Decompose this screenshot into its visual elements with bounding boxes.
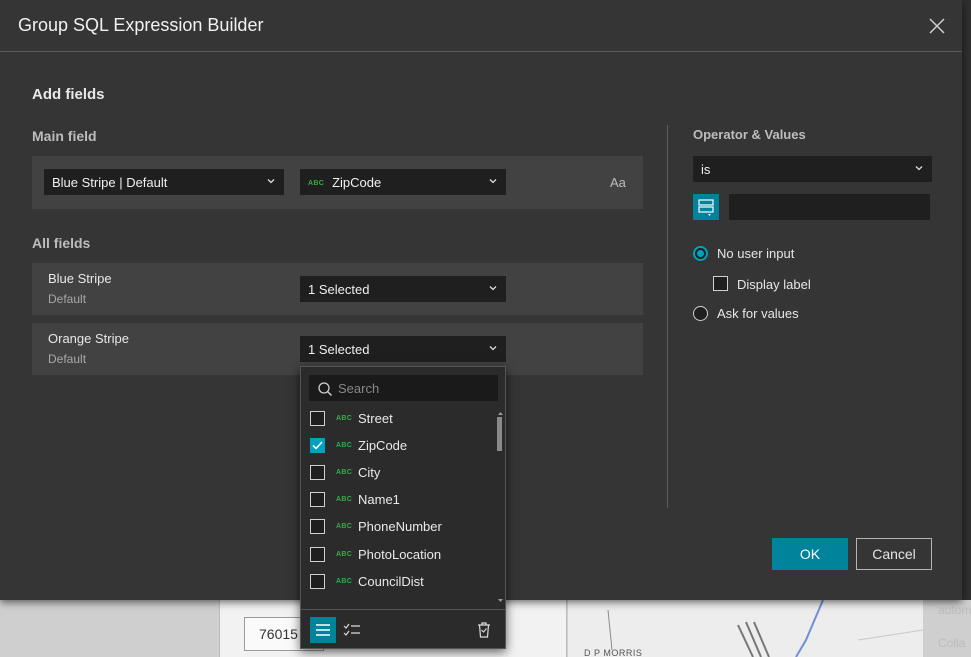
layer-select[interactable]: Blue Stripe | Default <box>44 169 284 195</box>
item-checkbox[interactable] <box>310 519 325 534</box>
cancel-button[interactable]: Cancel <box>856 538 932 570</box>
list-icon <box>316 624 330 636</box>
dialog-header: Group SQL Expression Builder <box>0 0 962 52</box>
row-layer-name: Orange Stripe <box>48 331 129 346</box>
all-fields-label: All fields <box>32 235 91 251</box>
operator-values-label: Operator & Values <box>693 127 806 142</box>
field-dropdown-popover: ABC Street ABC ZipCode ABC City ABC Name… <box>300 366 506 649</box>
chevron-down-icon <box>267 179 275 184</box>
item-checkbox[interactable] <box>310 465 325 480</box>
ask-for-values-label: Ask for values <box>717 306 799 321</box>
item-checkbox[interactable] <box>310 547 325 562</box>
clear-selection-button[interactable] <box>471 617 497 643</box>
dialog-title: Group SQL Expression Builder <box>18 15 264 35</box>
list-item[interactable]: ABC Name1 <box>301 486 497 513</box>
unique-values-icon <box>698 199 714 216</box>
trash-icon <box>478 622 490 638</box>
list-scrollbar[interactable] <box>497 409 505 605</box>
display-label-text: Display label <box>737 277 811 292</box>
main-field-row: Blue Stripe | Default ABC ZipCode <box>32 156 643 209</box>
list-item[interactable]: ABC ZipCode <box>301 432 497 459</box>
multiselect-value: 1 Selected <box>308 342 370 357</box>
field-multiselect[interactable]: 1 Selected <box>300 336 506 362</box>
item-label: ZipCode <box>358 438 408 453</box>
search-box <box>309 375 498 401</box>
string-type-icon: ABC <box>336 578 353 585</box>
item-label: PhoneNumber <box>358 519 442 534</box>
item-checkbox[interactable] <box>310 438 325 453</box>
no-user-input-label: No user input <box>717 246 795 261</box>
dropdown-footer <box>301 609 505 649</box>
string-type-icon: ABC <box>336 469 353 476</box>
chevron-down-icon <box>489 346 497 351</box>
main-field-label: Main field <box>32 128 97 144</box>
search-input[interactable] <box>338 379 493 397</box>
operator-select[interactable]: is <box>693 156 932 182</box>
item-checkbox[interactable] <box>310 492 325 507</box>
display-label-checkbox[interactable] <box>713 276 728 291</box>
layer-select-value: Blue Stripe | Default <box>52 175 168 190</box>
item-label: CouncilDist <box>358 574 424 589</box>
show-selected-button[interactable] <box>339 617 365 643</box>
value-input[interactable] <box>729 194 930 220</box>
chevron-down-icon <box>489 286 497 291</box>
ok-button[interactable]: OK <box>772 538 848 570</box>
background-map-label: D P MORRIS <box>584 648 643 657</box>
row-layer-subtitle: Default <box>48 292 87 306</box>
item-label: Street <box>358 411 393 426</box>
show-all-button[interactable] <box>310 617 336 643</box>
row-layer-name: Blue Stripe <box>48 271 112 286</box>
value-source-button[interactable] <box>693 194 719 220</box>
chevron-down-icon <box>489 179 497 184</box>
field-select-value: ZipCode <box>332 175 382 190</box>
ask-for-values-radio[interactable] <box>693 306 708 321</box>
background-side-text: Colla <box>938 636 966 650</box>
string-type-icon: ABC <box>336 415 353 422</box>
background-side-text: autom <box>938 603 971 617</box>
item-label: PhotoLocation <box>358 547 442 562</box>
list-item[interactable]: ABC CouncilDist <box>301 568 497 595</box>
string-type-icon: ABC <box>336 496 353 503</box>
vertical-divider <box>667 125 668 508</box>
search-icon <box>318 382 332 396</box>
string-type-icon: ABC <box>336 442 353 449</box>
multiselect-value: 1 Selected <box>308 282 370 297</box>
list-item[interactable]: ABC Street <box>301 405 497 432</box>
item-label: Name1 <box>358 492 400 507</box>
add-fields-heading: Add fields <box>32 86 105 103</box>
operator-value: is <box>701 162 711 177</box>
string-type-icon: ABC <box>336 523 353 530</box>
list-item[interactable]: ABC City <box>301 459 497 486</box>
scroll-thumb[interactable] <box>497 417 502 451</box>
item-checkbox[interactable] <box>310 574 325 589</box>
string-type-icon: ABC <box>308 180 325 188</box>
checklist-icon <box>343 623 360 636</box>
row-layer-subtitle: Default <box>48 352 87 366</box>
close-icon <box>929 18 945 34</box>
item-checkbox[interactable] <box>310 411 325 426</box>
checkmark-icon <box>312 441 323 450</box>
close-button[interactable] <box>928 17 946 35</box>
case-sensitive-toggle[interactable]: Aa <box>610 175 626 190</box>
chevron-down-icon <box>915 166 923 171</box>
field-select[interactable]: ABC ZipCode <box>300 169 506 195</box>
field-list: ABC Street ABC ZipCode ABC City ABC Name… <box>301 405 497 605</box>
field-multiselect[interactable]: 1 Selected <box>300 276 506 302</box>
field-row-blue-stripe: Blue Stripe Default 1 Selected <box>32 263 643 315</box>
no-user-input-radio[interactable] <box>693 246 708 261</box>
item-label: City <box>358 465 381 480</box>
string-type-icon: ABC <box>336 551 353 558</box>
list-item[interactable]: ABC PhoneNumber <box>301 513 497 540</box>
list-item[interactable]: ABC PhotoLocation <box>301 541 497 568</box>
